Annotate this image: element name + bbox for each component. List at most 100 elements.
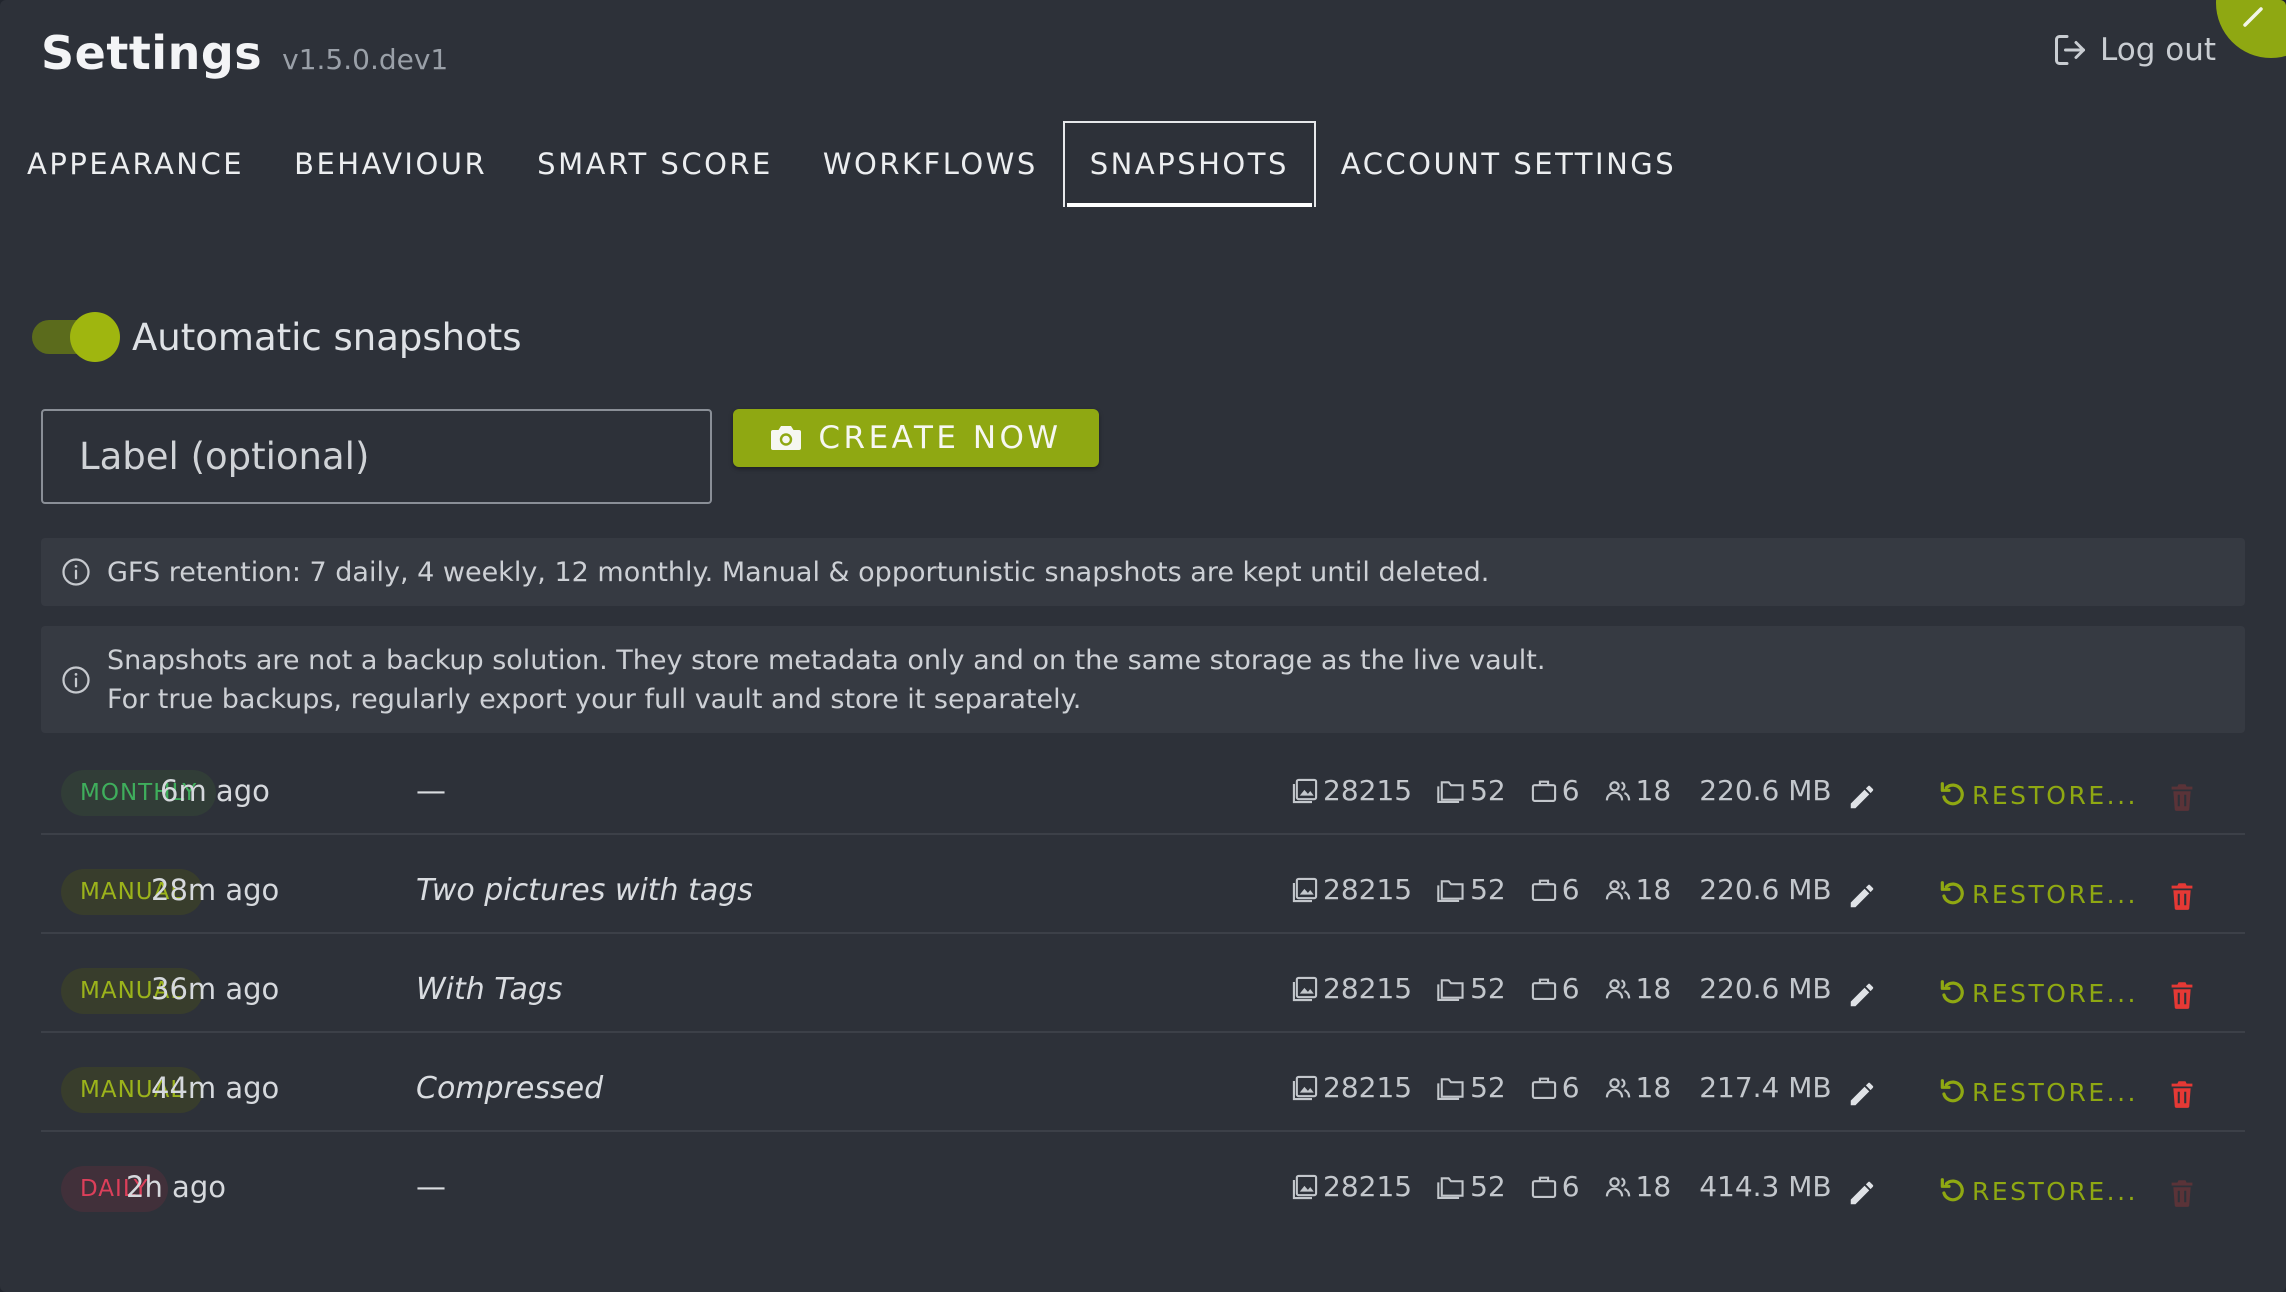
- restore-label: RESTORE...: [1972, 978, 2138, 1008]
- snapshot-row: MANUAL 28m ago Two pictures with tags 28…: [41, 835, 2245, 934]
- folder-count-value: 52: [1470, 774, 1506, 807]
- version-label: v1.5.0.dev1: [282, 43, 449, 76]
- people-icon: [1605, 879, 1630, 899]
- project-count: 6: [1530, 1071, 1580, 1104]
- snapshot-age: 44m ago: [151, 1071, 280, 1105]
- image-count: 28215: [1291, 972, 1412, 1005]
- project-count: 6: [1530, 1170, 1580, 1203]
- snapshot-size: 220.6 MB: [1699, 873, 1832, 906]
- snapshot-age: 28m ago: [151, 873, 280, 907]
- image-count: 28215: [1291, 1170, 1412, 1203]
- folder-count-value: 52: [1470, 1071, 1506, 1104]
- project-count-value: 6: [1561, 1071, 1580, 1104]
- retention-text: GFS retention: 7 daily, 4 weekly, 12 mon…: [107, 556, 1490, 588]
- create-now-button[interactable]: CREATE NOW: [733, 409, 1099, 467]
- people-count-value: 18: [1635, 1071, 1672, 1104]
- briefcase-icon: [1531, 879, 1556, 901]
- restore-icon: [1940, 881, 1964, 905]
- trash-icon: [2171, 982, 2193, 1009]
- people-count: 18: [1604, 774, 1671, 807]
- snapshot-size: 220.6 MB: [1699, 972, 1832, 1005]
- folder-count-value: 52: [1470, 1170, 1506, 1203]
- snapshot-label: Compressed: [416, 1071, 604, 1106]
- people-icon: [1605, 1176, 1630, 1196]
- restore-button[interactable]: RESTORE...: [1937, 878, 2138, 910]
- image-icon: [1292, 778, 1318, 803]
- restore-label: RESTORE...: [1972, 879, 2138, 909]
- pencil-icon: [1850, 785, 1874, 809]
- restore-icon: [1940, 980, 1964, 1004]
- edit-label-button[interactable]: [1847, 782, 1877, 816]
- image-count: 28215: [1291, 774, 1412, 807]
- folder-count-value: 52: [1470, 972, 1506, 1005]
- people-count-value: 18: [1635, 972, 1672, 1005]
- edit-label-button[interactable]: [1847, 980, 1877, 1014]
- edit-label-button[interactable]: [1847, 881, 1877, 915]
- folder-icon: [1437, 1176, 1464, 1199]
- image-count-value: 28215: [1323, 1071, 1413, 1104]
- tab-workflows[interactable]: WORKFLOWS: [798, 121, 1063, 207]
- trash-icon: [2171, 1180, 2193, 1207]
- folder-count-value: 52: [1470, 873, 1506, 906]
- image-count: 28215: [1291, 873, 1412, 906]
- image-count-value: 28215: [1323, 1170, 1413, 1203]
- delete-button[interactable]: [2169, 980, 2195, 1014]
- snapshot-row: MONTHLY 6m ago — 28215 52 6 18 220.6 MB …: [41, 736, 2245, 835]
- page-title: Settings: [41, 26, 263, 80]
- project-count-value: 6: [1561, 1170, 1580, 1203]
- tab-snapshots[interactable]: SNAPSHOTS: [1062, 121, 1316, 207]
- delete-button: [2169, 1178, 2195, 1212]
- tab-behaviour[interactable]: BEHAVIOUR: [269, 121, 512, 207]
- snapshot-age: 6m ago: [160, 774, 270, 808]
- restore-label: RESTORE...: [1972, 1176, 2138, 1206]
- settings-tabs: APPEARANCE BEHAVIOUR SMART SCORE WORKFLO…: [0, 121, 1701, 207]
- snapshot-label: —: [416, 1170, 446, 1205]
- people-count: 18: [1604, 1071, 1672, 1104]
- pencil-icon: [1850, 1181, 1874, 1205]
- pencil-icon: [1850, 884, 1874, 908]
- automatic-snapshots-toggle[interactable]: [32, 312, 120, 362]
- restore-button[interactable]: RESTORE...: [1937, 779, 2138, 811]
- restore-button[interactable]: RESTORE...: [1937, 977, 2138, 1009]
- people-icon: [1605, 780, 1630, 800]
- tab-appearance[interactable]: APPEARANCE: [0, 121, 269, 207]
- snapshot-row: MANUAL 36m ago With Tags 28215 52 6 18 2…: [41, 934, 2245, 1033]
- edit-label-button[interactable]: [1847, 1079, 1877, 1113]
- snapshot-row: MANUAL 44m ago Compressed 28215 52 6 18 …: [41, 1033, 2245, 1132]
- close-button[interactable]: [2216, 0, 2286, 58]
- delete-button[interactable]: [2169, 881, 2195, 915]
- people-count: 18: [1604, 1170, 1671, 1203]
- image-count-value: 28215: [1323, 873, 1413, 906]
- delete-button[interactable]: [2169, 1079, 2195, 1113]
- snapshot-age: 2h ago: [126, 1170, 226, 1204]
- snapshot-label: —: [416, 774, 446, 809]
- logout-button[interactable]: Log out: [2052, 32, 2216, 68]
- backup-warning: Snapshots are not a backup solution. The…: [41, 626, 2245, 733]
- warning-line: For true backups, regularly export your …: [107, 683, 1082, 715]
- edit-label-button[interactable]: [1847, 1178, 1877, 1212]
- snapshot-label-input[interactable]: [41, 409, 712, 504]
- snapshot-label: With Tags: [416, 972, 563, 1007]
- snapshot-size: 220.6 MB: [1699, 774, 1832, 807]
- image-count-value: 28215: [1323, 972, 1413, 1005]
- toggle-knob: [70, 312, 120, 362]
- snapshot-stats: 28215 52 6: [1291, 1071, 1832, 1104]
- image-count-value: 28215: [1323, 774, 1413, 807]
- snapshot-list: MONTHLY 6m ago — 28215 52 6 18 220.6 MB …: [41, 736, 2245, 1229]
- info-icon: [62, 558, 90, 586]
- snapshot-stats: 28215 52 6: [1291, 1170, 1832, 1203]
- snapshot-row: DAILY 2h ago — 28215 52 6 18 414.3 MB RE…: [41, 1132, 2245, 1229]
- snapshot-stats: 28215 52 6: [1291, 774, 1832, 807]
- image-icon: [1292, 1075, 1318, 1100]
- restore-button[interactable]: RESTORE...: [1937, 1076, 2138, 1108]
- folder-icon: [1437, 780, 1464, 803]
- restore-button[interactable]: RESTORE...: [1937, 1175, 2138, 1207]
- tab-smart-score[interactable]: SMART SCORE: [512, 121, 798, 207]
- folder-count: 52: [1436, 774, 1506, 807]
- logout-label: Log out: [2100, 32, 2216, 68]
- tab-account-settings[interactable]: ACCOUNT SETTINGS: [1316, 121, 1701, 207]
- snapshot-size: 414.3 MB: [1699, 1170, 1832, 1203]
- pencil-icon: [1850, 1082, 1874, 1106]
- warning-line: Snapshots are not a backup solution. The…: [107, 644, 1546, 676]
- header: Settings v1.5.0.dev1: [41, 26, 448, 86]
